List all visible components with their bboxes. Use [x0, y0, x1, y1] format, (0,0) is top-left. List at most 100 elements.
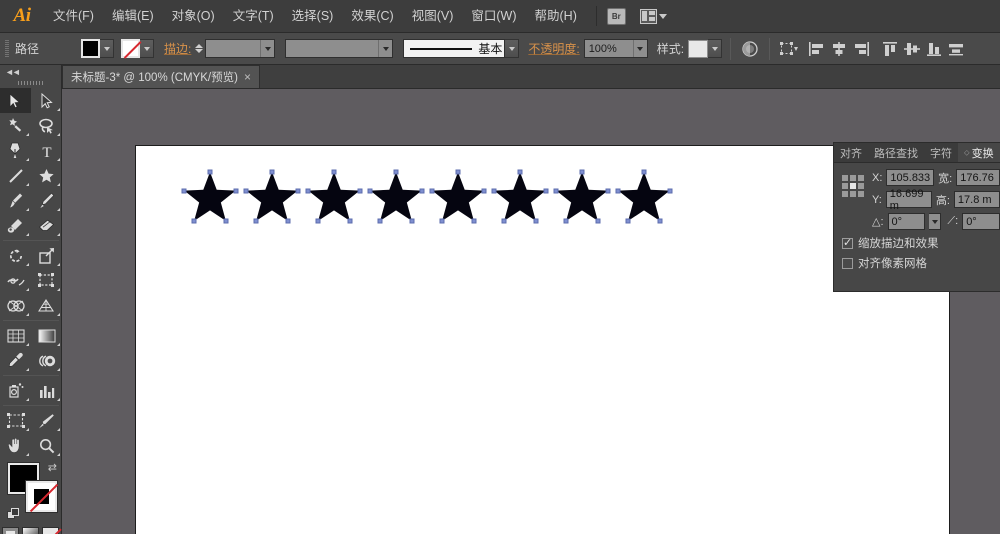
- stroke-color-control[interactable]: [121, 39, 154, 58]
- anchor-point[interactable]: [641, 169, 647, 175]
- menu-view[interactable]: 视图(V): [403, 0, 463, 33]
- anchor-point[interactable]: [243, 188, 249, 194]
- stroke-profile-combo[interactable]: [285, 39, 394, 58]
- menu-type[interactable]: 文字(T): [224, 0, 283, 33]
- close-icon[interactable]: ×: [244, 71, 251, 83]
- height-input[interactable]: 17.8 m: [953, 191, 1000, 208]
- anchor-point[interactable]: [393, 169, 399, 175]
- panel-tab-transform[interactable]: ⬦ 变换: [958, 143, 1000, 162]
- scale-strokes-effects-checkbox[interactable]: 缩放描边和效果: [842, 235, 1000, 251]
- paintbrush-tool[interactable]: [0, 188, 31, 213]
- star-group[interactable]: [180, 168, 674, 226]
- fill-dropdown-button[interactable]: [100, 39, 114, 58]
- menu-edit[interactable]: 编辑(E): [103, 0, 163, 33]
- anchor-point[interactable]: [367, 188, 373, 194]
- anchor-point[interactable]: [481, 188, 487, 194]
- star-path-2[interactable]: [242, 168, 302, 226]
- artboard[interactable]: [135, 145, 950, 534]
- anchor-point[interactable]: [357, 188, 363, 194]
- swap-fill-stroke-icon[interactable]: ⇄: [48, 461, 57, 474]
- blob-brush-tool[interactable]: [0, 213, 31, 238]
- column-graph-tool[interactable]: [31, 378, 62, 403]
- align-middle-v-icon[interactable]: [901, 38, 923, 60]
- toolbar-grip[interactable]: [0, 78, 61, 88]
- opacity-dropdown[interactable]: [632, 40, 647, 57]
- stepper-up-icon[interactable]: [195, 44, 204, 48]
- ref-tl[interactable]: [842, 175, 848, 181]
- reference-point-selector[interactable]: [842, 175, 864, 197]
- toolbar-collapse-button[interactable]: ◄◄: [0, 65, 61, 78]
- anchor-point[interactable]: [471, 218, 477, 224]
- panel-tab-align[interactable]: 对齐: [834, 143, 868, 162]
- align-center-h-icon[interactable]: [828, 38, 850, 60]
- slice-tool[interactable]: [31, 408, 62, 433]
- align-pixel-grid-checkbox[interactable]: 对齐像素网格: [842, 255, 1000, 271]
- default-fill-stroke-icon[interactable]: [7, 508, 20, 521]
- anchor-point[interactable]: [563, 218, 569, 224]
- anchor-point[interactable]: [533, 218, 539, 224]
- anchor-point[interactable]: [253, 218, 259, 224]
- star-shape-tool[interactable]: [31, 163, 62, 188]
- anchor-point[interactable]: [455, 169, 461, 175]
- control-bar-grip[interactable]: [5, 39, 9, 58]
- x-input[interactable]: 105.833: [886, 169, 935, 186]
- pencil-tool[interactable]: [31, 188, 62, 213]
- anchor-point[interactable]: [657, 218, 663, 224]
- ref-mr[interactable]: [858, 183, 864, 189]
- stroke-weight-dropdown[interactable]: [260, 40, 275, 57]
- opacity-combo[interactable]: 100%: [583, 39, 648, 58]
- eyedropper-tool[interactable]: [0, 348, 31, 373]
- anchor-point[interactable]: [579, 169, 585, 175]
- stroke-weight-stepper[interactable]: [195, 44, 204, 53]
- ref-bl[interactable]: [842, 191, 848, 197]
- toolbar-stroke-swatch-none[interactable]: [26, 481, 57, 512]
- mesh-tool[interactable]: [0, 323, 31, 348]
- align-left-icon[interactable]: [806, 38, 828, 60]
- anchor-point[interactable]: [501, 218, 507, 224]
- panel-tab-pathfinder[interactable]: 路径查找: [868, 143, 924, 162]
- rotate-input[interactable]: 0°: [887, 213, 926, 230]
- width-input[interactable]: 176.76: [956, 169, 1000, 186]
- anchor-point[interactable]: [347, 218, 353, 224]
- anchor-point[interactable]: [191, 218, 197, 224]
- align-right-icon[interactable]: [850, 38, 872, 60]
- star-path-6[interactable]: [490, 168, 550, 226]
- perspective-grid-tool[interactable]: [31, 293, 62, 318]
- brush-dropdown-button[interactable]: [505, 39, 520, 58]
- menu-window[interactable]: 窗口(W): [462, 0, 525, 33]
- type-tool[interactable]: T: [31, 138, 62, 163]
- anchor-point[interactable]: [295, 188, 301, 194]
- checkbox-box[interactable]: [842, 257, 853, 269]
- color-mode-icon[interactable]: [2, 527, 19, 534]
- eraser-tool[interactable]: [31, 213, 62, 238]
- y-input[interactable]: 16.699 m: [885, 188, 932, 212]
- workspace-switcher-button[interactable]: [639, 8, 667, 24]
- ref-bc[interactable]: [850, 191, 856, 197]
- star-path-8[interactable]: [614, 168, 674, 226]
- transparency-icon[interactable]: [739, 38, 761, 60]
- anchor-point[interactable]: [305, 188, 311, 194]
- fill-swatch[interactable]: [81, 39, 100, 58]
- gradient-mode-icon[interactable]: [22, 527, 39, 534]
- ref-br[interactable]: [858, 191, 864, 197]
- anchor-point[interactable]: [625, 218, 631, 224]
- stroke-weight-combo[interactable]: [205, 39, 276, 58]
- width-tool[interactable]: [0, 268, 31, 293]
- rotate-dropdown[interactable]: [929, 213, 941, 230]
- anchor-point[interactable]: [223, 218, 229, 224]
- anchor-point[interactable]: [409, 218, 415, 224]
- fill-color-control[interactable]: [81, 39, 114, 58]
- menu-effect[interactable]: 效果(C): [342, 0, 402, 33]
- star-path-5[interactable]: [428, 168, 488, 226]
- pen-tool[interactable]: [0, 138, 31, 163]
- anchor-point[interactable]: [419, 188, 425, 194]
- anchor-point[interactable]: [207, 169, 213, 175]
- transform-icon[interactable]: [778, 38, 800, 60]
- anchor-point[interactable]: [233, 188, 239, 194]
- menu-object[interactable]: 对象(O): [163, 0, 224, 33]
- stroke-profile-dropdown[interactable]: [378, 40, 393, 57]
- opacity-label[interactable]: 不透明度:: [528, 40, 579, 57]
- distribute-icon[interactable]: [945, 38, 967, 60]
- star-path-1[interactable]: [180, 168, 240, 226]
- gradient-tool[interactable]: [31, 323, 62, 348]
